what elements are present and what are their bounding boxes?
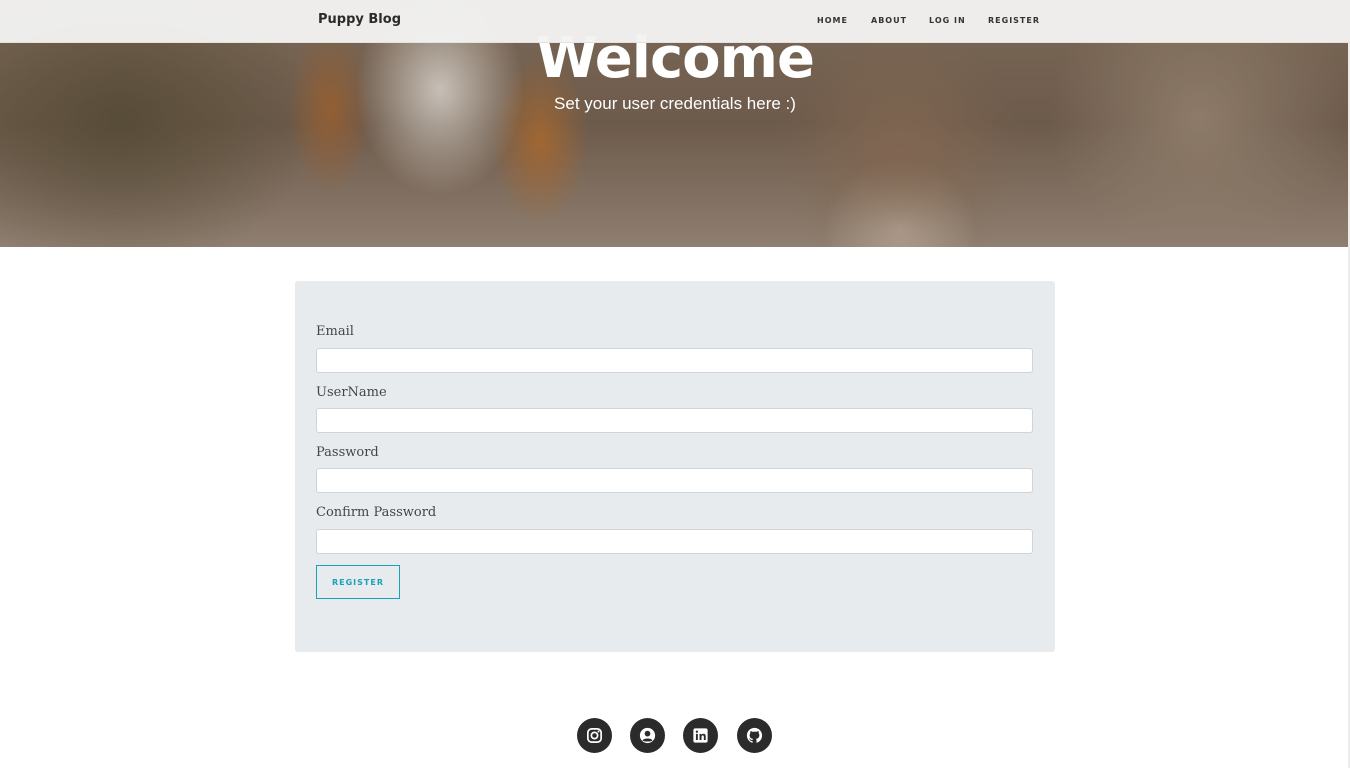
password-label: Password (316, 445, 379, 460)
confirm-password-label: Confirm Password (316, 505, 437, 520)
navbar: Puppy Blog HOME ABOUT LOG IN REGISTER (0, 0, 1350, 43)
github-icon (746, 727, 763, 743)
nav-link-home[interactable]: HOME (817, 16, 848, 25)
linkedin-icon (693, 728, 708, 743)
email-field[interactable] (316, 348, 1033, 373)
linkedin-link[interactable] (683, 718, 718, 753)
username-label: UserName (316, 385, 387, 400)
hero-subtitle: Set your user credentials here :) (554, 94, 796, 113)
social-links (0, 718, 1350, 754)
register-button[interactable]: REGISTER (316, 565, 400, 599)
nav-link-register[interactable]: REGISTER (988, 16, 1040, 25)
instagram-link[interactable] (577, 718, 612, 753)
instagram-icon (586, 727, 603, 744)
password-field[interactable] (316, 468, 1033, 493)
github-link[interactable] (737, 718, 772, 753)
nav-link-log-in[interactable]: LOG IN (929, 16, 966, 25)
confirm-password-field[interactable] (316, 529, 1033, 554)
user-circle-icon (639, 727, 656, 744)
nav-link-about[interactable]: ABOUT (871, 16, 907, 25)
nav-links: HOME ABOUT LOG IN REGISTER (0, 16, 1350, 28)
profile-link[interactable] (630, 718, 665, 753)
username-field[interactable] (316, 408, 1033, 433)
register-form-card: Email UserName Password Confirm Password… (295, 281, 1055, 652)
email-label: Email (316, 324, 354, 339)
